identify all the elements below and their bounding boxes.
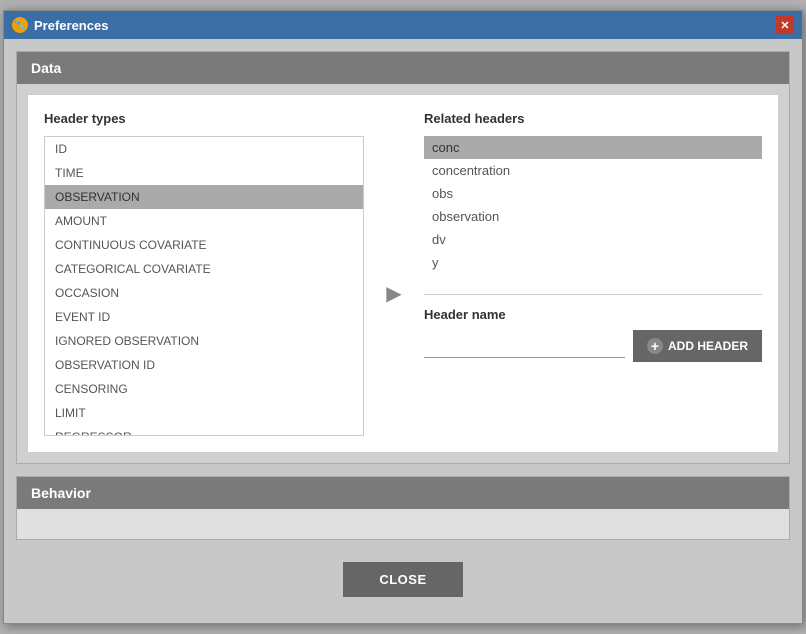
list-item-ignored-observation[interactable]: IGNORED OBSERVATION <box>45 329 363 353</box>
data-section-header: Data <box>17 52 789 84</box>
title-bar: 🔧 Preferences ✕ <box>4 11 802 39</box>
list-item-amount[interactable]: AMOUNT <box>45 209 363 233</box>
data-section: Data Header types ID TIME OBSERVATION AM… <box>16 51 790 464</box>
arrow-button[interactable]: ▶ <box>378 278 410 310</box>
header-name-input[interactable] <box>424 334 625 358</box>
list-item-time[interactable]: TIME <box>45 161 363 185</box>
behavior-section-header: Behavior <box>17 477 789 509</box>
left-column: Header types ID TIME OBSERVATION AMOUNT … <box>44 111 364 436</box>
behavior-section: Behavior <box>16 476 790 540</box>
list-item-event-id[interactable]: EVENT ID <box>45 305 363 329</box>
related-item-obs[interactable]: obs <box>424 182 762 205</box>
preferences-dialog: 🔧 Preferences ✕ Data Header types ID TIM… <box>3 10 803 624</box>
add-header-label: ADD HEADER <box>668 339 748 353</box>
related-headers-list: conc concentration obs observation dv y <box>424 136 762 274</box>
window-close-button[interactable]: ✕ <box>776 16 794 34</box>
list-item-observation[interactable]: OBSERVATION <box>45 185 363 209</box>
related-item-y[interactable]: y <box>424 251 762 274</box>
dialog-title: Preferences <box>34 18 108 33</box>
app-icon: 🔧 <box>12 17 28 33</box>
list-item-continuous-covariate[interactable]: CONTINUOUS COVARIATE <box>45 233 363 257</box>
list-item-categorical-covariate[interactable]: CATEGORICAL COVARIATE <box>45 257 363 281</box>
columns-container: Header types ID TIME OBSERVATION AMOUNT … <box>44 111 762 436</box>
close-dialog-button[interactable]: CLOSE <box>343 562 462 597</box>
behavior-section-content <box>17 509 789 539</box>
list-item-occasion[interactable]: OCCASION <box>45 281 363 305</box>
separator <box>424 294 762 295</box>
related-item-dv[interactable]: dv <box>424 228 762 251</box>
related-item-conc[interactable]: conc <box>424 136 762 159</box>
header-name-section: Header name + ADD HEADER <box>424 307 762 362</box>
list-item-observation-id[interactable]: OBSERVATION ID <box>45 353 363 377</box>
header-name-row: + ADD HEADER <box>424 330 762 362</box>
list-item-censoring[interactable]: CENSORING <box>45 377 363 401</box>
related-headers-title: Related headers <box>424 111 762 126</box>
header-name-label: Header name <box>424 307 762 322</box>
data-section-content: Header types ID TIME OBSERVATION AMOUNT … <box>27 94 779 453</box>
title-bar-left: 🔧 Preferences <box>12 17 108 33</box>
list-item-id[interactable]: ID <box>45 137 363 161</box>
header-types-title: Header types <box>44 111 364 126</box>
list-item-regressor[interactable]: REGRESSOR <box>45 425 363 436</box>
related-item-observation[interactable]: observation <box>424 205 762 228</box>
related-item-concentration[interactable]: concentration <box>424 159 762 182</box>
add-icon: + <box>647 338 663 354</box>
add-header-button[interactable]: + ADD HEADER <box>633 330 762 362</box>
list-item-limit[interactable]: LIMIT <box>45 401 363 425</box>
right-column: Related headers conc concentration obs o… <box>424 111 762 436</box>
footer: CLOSE <box>16 552 790 611</box>
header-types-list[interactable]: ID TIME OBSERVATION AMOUNT CONTINUOUS CO… <box>44 136 364 436</box>
dialog-body: Data Header types ID TIME OBSERVATION AM… <box>4 39 802 623</box>
arrow-column: ▶ <box>364 111 424 436</box>
